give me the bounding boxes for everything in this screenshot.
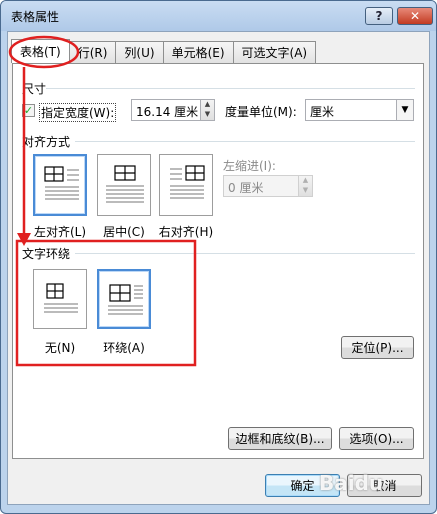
close-button[interactable]: ✕ [397,7,433,25]
close-icon: ✕ [409,9,421,23]
spin-down-icon[interactable]: ▼ [299,186,312,196]
size-group-divider [45,88,415,89]
alignment-group-divider [75,141,415,142]
align-right-label: 右对齐(H) [158,225,214,239]
align-left-icon [44,166,79,200]
specify-width-label: 指定宽度(W): [39,103,117,122]
wrap-none-icon [44,283,78,313]
tab-strip: 表格(T) 行(R) 列(U) 单元格(E) 可选文字(A) [11,39,317,63]
spin-up-icon[interactable]: ▲ [201,100,214,110]
wrap-around-icon [108,284,143,315]
table-properties-dialog: 表格属性 ? ✕ 表格(T) 行(R) 列(U) 单元格(E) 可选文字(A) … [0,0,437,514]
tab-alt-text[interactable]: 可选文字(A) [232,41,317,63]
align-left-label: 左对齐(L) [33,225,87,239]
wrap-none-label: 无(N) [44,341,76,355]
tab-table-label: 表格(T) [20,45,61,59]
alignment-group-title: 对齐方式 [22,133,71,150]
indent-label: 左缩进(I): [223,159,276,173]
tab-row-label: 行(R) [77,46,108,60]
dialog-title: 表格属性 [11,10,60,24]
indent-input[interactable]: 0 厘米 [223,175,299,197]
wrap-around-option[interactable] [97,269,151,329]
help-icon: ? [375,9,383,23]
align-right-option[interactable] [159,154,213,216]
indent-spinner[interactable]: ▲ ▼ [298,175,313,197]
tab-cell-label: 单元格(E) [171,46,225,60]
wrap-none-option[interactable] [33,269,87,329]
width-spinner[interactable]: ▲ ▼ [200,99,215,121]
align-center-option[interactable] [97,154,151,216]
chevron-down-icon[interactable]: ▼ [396,100,413,120]
options-button[interactable]: 选项(O)... [339,427,414,450]
help-button[interactable]: ? [365,7,393,25]
tab-column-label: 列(U) [124,46,155,60]
unit-label: 度量单位(M): [225,105,297,119]
specify-width-checkbox[interactable]: ✓ [22,104,35,117]
wrap-group-title: 文字环绕 [22,245,71,262]
tab-alt-text-label: 可选文字(A) [241,46,308,60]
tab-cell[interactable]: 单元格(E) [162,41,234,63]
watermark: Baidu [319,471,384,495]
tab-page-table [12,63,424,459]
tab-column[interactable]: 列(U) [115,41,164,63]
align-right-icon [170,165,205,199]
width-input[interactable]: 16.14 厘米 [131,99,201,121]
spin-down-icon[interactable]: ▼ [201,110,214,120]
borders-shading-button[interactable]: 边框和底纹(B)... [228,427,332,450]
position-button[interactable]: 定位(P)... [341,336,414,359]
align-center-icon [106,165,144,203]
title-bar[interactable]: 表格属性 ? ✕ [1,1,436,31]
align-left-option[interactable] [33,154,87,216]
tab-table[interactable]: 表格(T) [11,39,70,63]
spin-up-icon[interactable]: ▲ [299,176,312,186]
wrap-group-divider [75,253,415,254]
align-center-label: 居中(C) [103,225,145,239]
size-group-title: 尺寸 [22,80,47,97]
tab-row[interactable]: 行(R) [68,41,117,63]
wrap-around-label: 环绕(A) [103,341,145,355]
unit-select-value: 厘米 [310,105,335,119]
